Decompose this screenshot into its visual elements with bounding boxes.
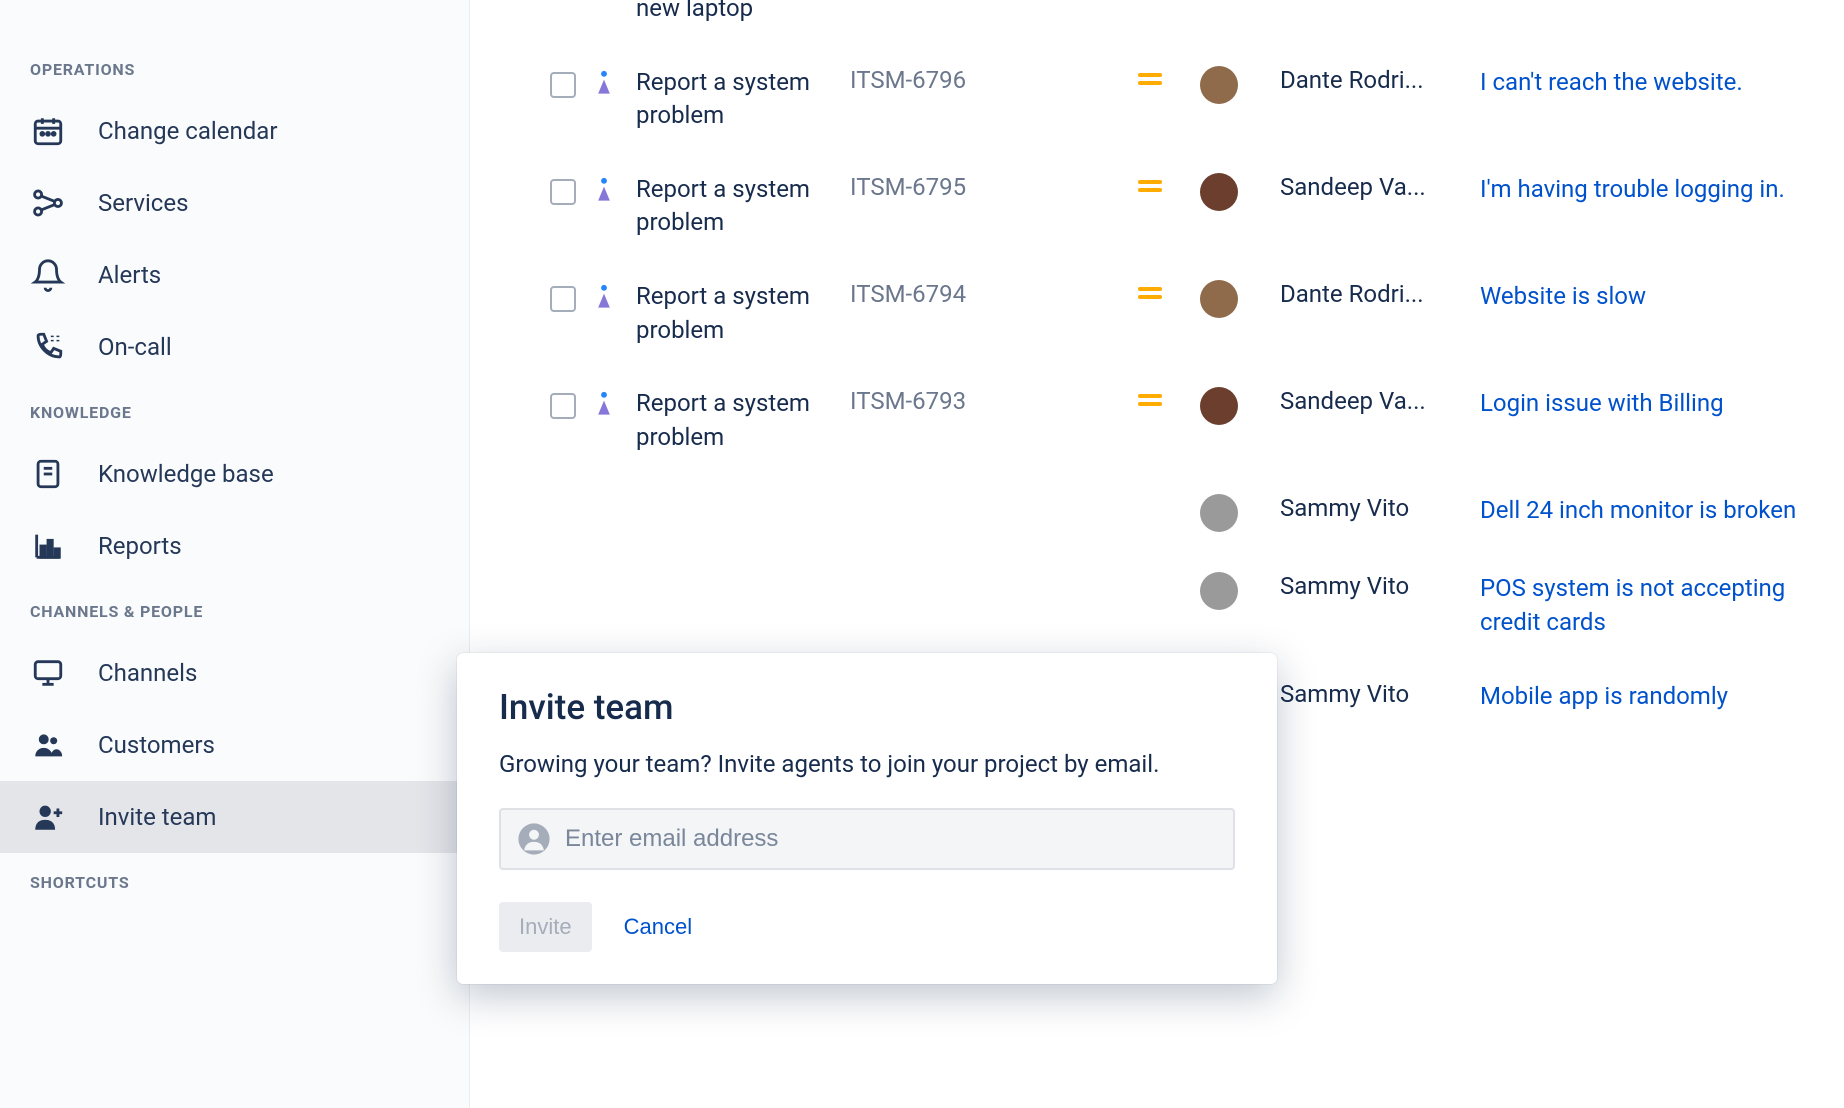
sidebar-item-reports[interactable]: Reports [0,510,469,582]
sidebar-item-invite-team[interactable]: Invite team [0,781,469,853]
row-checkbox[interactable] [550,286,576,312]
person-icon [517,822,551,856]
request-type: new laptop [636,0,753,26]
issue-summary-link[interactable]: Dell 24 inch monitor is broken [1480,496,1796,524]
section-header-knowledge: KNOWLEDGE [0,383,469,438]
assignee-name: Sandeep Va... [1280,173,1480,201]
priority-medium-icon [1138,70,1162,88]
sidebar-item-label: Services [98,189,188,217]
request-type: Report a system problem [636,280,850,347]
incident-icon [590,68,618,96]
row-checkbox[interactable] [550,72,576,98]
sidebar-item-knowledge-base[interactable]: Knowledge base [0,438,469,510]
sidebar-item-on-call[interactable]: On-call [0,311,469,383]
assignee-name: Dante Rodri... [1280,280,1480,308]
section-header-channels-people: CHANNELS & PEOPLE [0,582,469,637]
sidebar-item-label: Channels [98,659,197,687]
issue-summary-link[interactable]: I can't reach the website. [1480,68,1743,96]
person-add-icon [30,799,66,835]
incident-icon [590,282,618,310]
table-row[interactable]: Sammy Vito POS system is not accepting c… [470,552,1844,659]
issue-key[interactable]: ITSM-6794 [850,280,1100,308]
invite-button[interactable]: Invite [499,902,592,952]
bell-icon [30,257,66,293]
table-row[interactable]: Report a system problem ITSM-6795 Sandee… [470,153,1844,260]
avatar [1200,280,1238,318]
cancel-button[interactable]: Cancel [604,902,712,952]
sidebar-item-change-calendar[interactable]: Change calendar [0,95,469,167]
issue-summary-link[interactable]: Mobile app is randomly [1480,682,1728,710]
request-type: Report a system problem [636,173,850,240]
people-icon [30,727,66,763]
avatar [1200,572,1238,610]
issue-summary-link[interactable]: I'm having trouble logging in. [1480,175,1785,203]
modal-title: Invite team [499,687,1235,728]
sidebar-item-label: Alerts [98,261,161,289]
incident-icon [590,175,618,203]
table-row[interactable]: Report a system problem ITSM-6793 Sandee… [470,367,1844,474]
invite-team-modal: Invite team Growing your team? Invite ag… [457,653,1277,984]
issue-key[interactable]: ITSM-6796 [850,66,1100,94]
assignee-name: Sammy Vito [1280,680,1480,708]
modal-description: Growing your team? Invite agents to join… [499,746,1235,782]
priority-medium-icon [1138,177,1162,195]
sidebar-item-customers[interactable]: Customers [0,709,469,781]
avatar [1200,387,1238,425]
monitor-icon [30,655,66,691]
priority-medium-icon [1138,284,1162,302]
issue-key[interactable]: ITSM-6793 [850,387,1100,415]
request-type: Report a system problem [636,66,850,133]
avatar [1200,66,1238,104]
sidebar-item-channels[interactable]: Channels [0,637,469,709]
phone-icon [30,329,66,365]
modal-actions: Invite Cancel [499,902,1235,952]
table-row[interactable]: Report a system problem ITSM-6796 Dante … [470,46,1844,153]
sidebar-item-services[interactable]: Services [0,167,469,239]
sidebar-item-label: Customers [98,731,215,759]
assignee-name: Sammy Vito [1280,494,1480,522]
row-checkbox[interactable] [550,393,576,419]
section-header-shortcuts: SHORTCUTS [0,853,469,908]
sidebar: OPERATIONS Change calendar Services Aler… [0,0,470,1108]
email-input[interactable] [565,825,1217,853]
request-type: Report a system problem [636,387,850,454]
issue-key[interactable]: ITSM-6795 [850,173,1100,201]
sidebar-item-label: Invite team [98,803,216,831]
services-icon [30,185,66,221]
issue-summary-link[interactable]: POS system is not accepting credit cards [1480,574,1785,636]
issue-summary-link[interactable]: Login issue with Billing [1480,389,1724,417]
avatar [1200,173,1238,211]
avatar [1200,494,1238,532]
book-icon [30,456,66,492]
row-checkbox[interactable] [550,179,576,205]
sidebar-item-label: Reports [98,532,182,560]
priority-medium-icon [1138,391,1162,409]
bar-chart-icon [30,528,66,564]
issue-summary-link[interactable]: Website is slow [1480,282,1646,310]
assignee-name: Dante Rodri... [1280,66,1480,94]
assignee-name: Sammy Vito [1280,572,1480,600]
sidebar-item-label: Knowledge base [98,460,274,488]
incident-icon [590,389,618,417]
assignee-name: Sandeep Va... [1280,387,1480,415]
sidebar-item-label: On-call [98,333,172,361]
table-row[interactable]: Report a system problem ITSM-6794 Dante … [470,260,1844,367]
section-header-operations: OPERATIONS [0,40,469,95]
calendar-icon [30,113,66,149]
table-row[interactable]: new laptop [470,0,1844,46]
table-row[interactable]: Sammy Vito Dell 24 inch monitor is broke… [470,474,1844,552]
sidebar-item-alerts[interactable]: Alerts [0,239,469,311]
sidebar-item-label: Change calendar [98,117,277,145]
email-field-wrapper[interactable] [499,808,1235,870]
